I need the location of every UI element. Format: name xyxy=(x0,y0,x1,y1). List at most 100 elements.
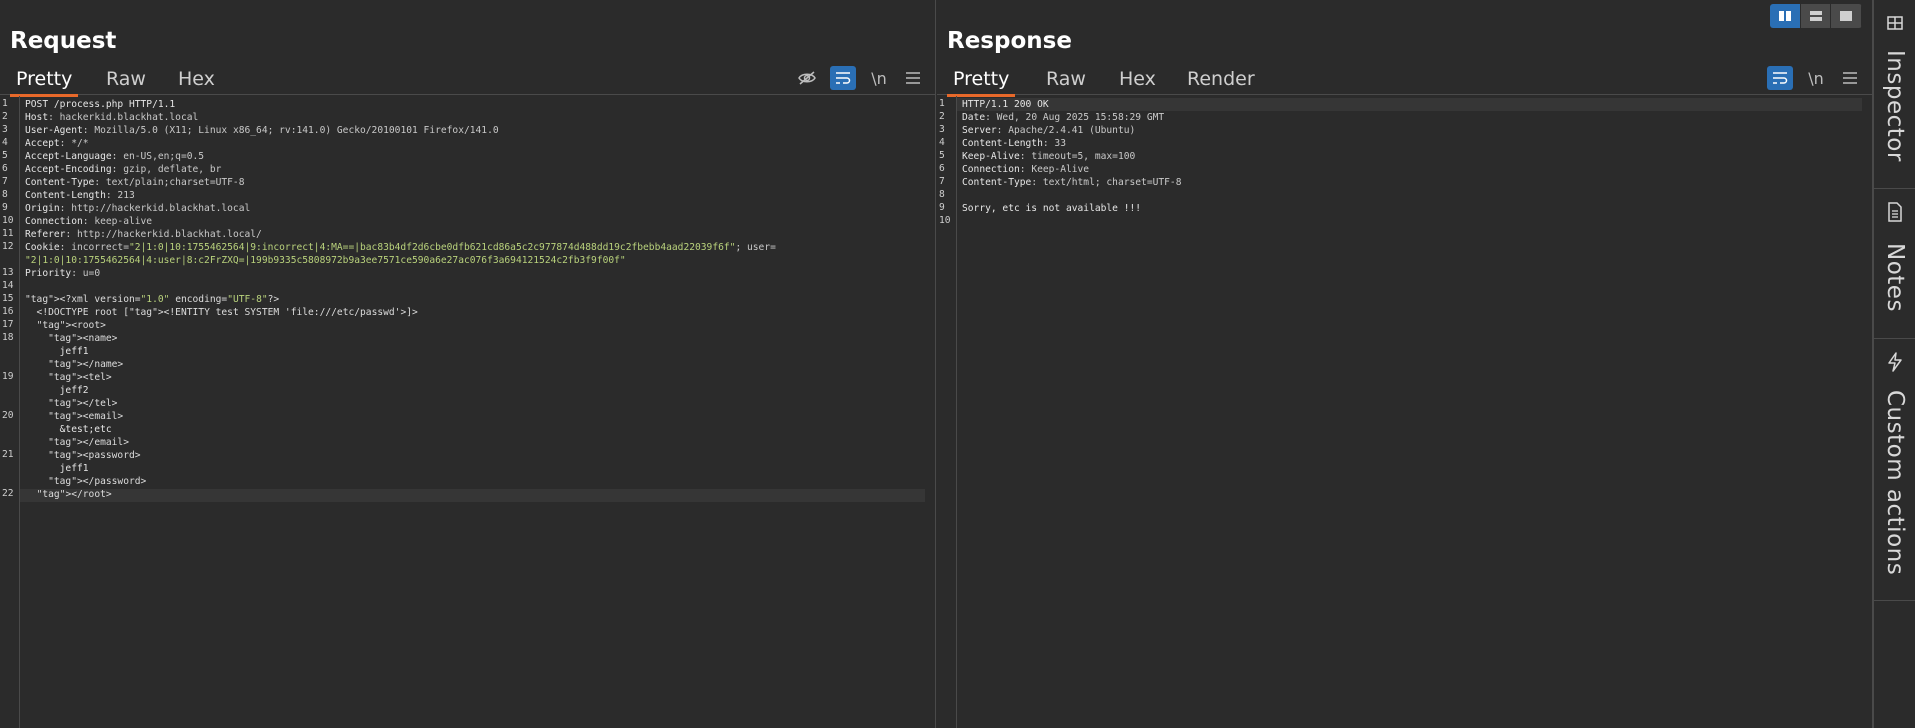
layout-toggle xyxy=(1770,4,1862,28)
code-line: Referer: http://hackerkid.blackhat.local… xyxy=(25,229,262,240)
code-line: &test;etc xyxy=(25,424,112,435)
code-line: Origin: http://hackerkid.blackhat.local xyxy=(25,203,251,214)
line-number: 11 xyxy=(2,228,14,239)
response-title: Response xyxy=(947,28,1072,54)
code-line: Connection: Keep-Alive xyxy=(962,164,1090,175)
request-tab-pretty[interactable]: Pretty xyxy=(10,68,79,97)
code-line: "tag"></tel> xyxy=(48,398,118,409)
code-line: Content-Type: text/plain;charset=UTF-8 xyxy=(25,177,245,188)
code-line: Accept: */* xyxy=(25,138,89,149)
line-number: 21 xyxy=(2,449,14,460)
code-line: Server: Apache/2.4.41 (Ubuntu) xyxy=(962,125,1136,136)
notes-icon xyxy=(1885,202,1905,222)
request-pane: Request Pretty Raw Hex \n 1 2 3 4 5 6 7 8 9 10 11 1… xyxy=(0,0,936,728)
line-number: 5 xyxy=(2,150,8,161)
line-number: 16 xyxy=(2,306,14,317)
code-line: HTTP/1.1 200 OK xyxy=(962,99,1049,110)
line-number: 9 xyxy=(939,202,945,213)
code-line: "tag"></name> xyxy=(48,359,124,370)
line-number: 10 xyxy=(2,215,14,226)
line-number: 6 xyxy=(2,163,8,174)
code-line: "tag"><tel> xyxy=(48,372,112,383)
request-editor[interactable]: 1 2 3 4 5 6 7 8 9 10 11 12 13 14 15 16 17 18 19 20 21 22 POST… xyxy=(0,96,935,728)
code-line: Sorry, etc is not available !!! xyxy=(962,203,1142,214)
code-line: "tag"><password> xyxy=(48,450,141,461)
code-line: Host: hackerkid.blackhat.local xyxy=(25,112,199,123)
sidebar-tab-custom-actions[interactable]: Custom actions xyxy=(1874,338,1915,601)
menu-icon[interactable] xyxy=(900,66,926,90)
line-number: 8 xyxy=(2,189,8,200)
code-line: "tag"><name> xyxy=(48,333,118,344)
code-line: POST /process.php HTTP/1.1 xyxy=(25,99,176,110)
code-line: "tag"><root> xyxy=(36,320,106,331)
code-line: "2|1:0|10:1755462564|4:user|8:c2FrZXQ=|1… xyxy=(25,255,626,266)
line-number: 10 xyxy=(939,215,951,226)
split-horizontal-icon[interactable] xyxy=(1770,4,1801,28)
line-number: 15 xyxy=(2,293,14,304)
line-number: 18 xyxy=(2,332,14,343)
response-pane: Response Pretty Raw Hex Render \n 1 2 3 4 5 6… xyxy=(937,0,1873,728)
code-line: "tag"></password> xyxy=(48,476,147,487)
sidebar-label: Custom actions xyxy=(1882,390,1908,576)
sidebar-tab-inspector[interactable]: Inspector xyxy=(1874,0,1915,189)
code-line: User-Agent: Mozilla/5.0 (X11; Linux x86_… xyxy=(25,125,499,136)
split-vertical-icon[interactable] xyxy=(1800,4,1832,28)
code-line: Cookie: incorrect="2|1:0|10:1755462564|9… xyxy=(25,242,776,253)
code-line: Content-Length: 33 xyxy=(962,138,1066,149)
line-number: 6 xyxy=(939,163,945,174)
code-line: Accept-Encoding: gzip, deflate, br xyxy=(25,164,222,175)
response-code[interactable]: HTTP/1.1 200 OK Date: Wed, 20 Aug 2025 15… xyxy=(962,98,1866,228)
code-line: "tag"></root> xyxy=(36,489,112,500)
line-number: 3 xyxy=(2,124,8,135)
request-tab-hex[interactable]: Hex xyxy=(172,68,221,92)
code-line: Keep-Alive: timeout=5, max=100 xyxy=(962,151,1136,162)
response-tab-render[interactable]: Render xyxy=(1181,68,1261,92)
wrap-lines-icon[interactable] xyxy=(830,66,856,90)
single-view-icon[interactable] xyxy=(1831,4,1862,28)
response-tab-hex[interactable]: Hex xyxy=(1113,68,1162,92)
code-line: jeff1 xyxy=(25,346,89,357)
right-sidebar: Inspector Notes Custom actions xyxy=(1873,0,1915,728)
line-number: 5 xyxy=(939,150,945,161)
code-line: "tag"><email> xyxy=(48,411,124,422)
code-line: Connection: keep-alive xyxy=(25,216,153,227)
hide-nonprinting-icon[interactable] xyxy=(794,66,820,90)
line-number: 14 xyxy=(2,280,14,291)
code-line: Accept-Language: en-US,en;q=0.5 xyxy=(25,151,205,162)
menu-icon[interactable] xyxy=(1837,66,1863,90)
request-tab-raw[interactable]: Raw xyxy=(100,68,152,92)
response-tabs: Pretty Raw Hex Render xyxy=(937,64,1872,97)
show-newlines-button[interactable]: \n xyxy=(866,66,892,90)
line-number: 7 xyxy=(939,176,945,187)
line-number: 1 xyxy=(939,98,945,109)
sidebar-tab-notes[interactable]: Notes xyxy=(1874,188,1915,339)
response-tab-pretty[interactable]: Pretty xyxy=(947,68,1016,97)
line-number: 17 xyxy=(2,319,14,330)
request-title: Request xyxy=(10,28,117,54)
wrap-lines-icon[interactable] xyxy=(1767,66,1793,90)
line-number: 20 xyxy=(2,410,14,421)
line-number: 2 xyxy=(939,111,945,122)
code-line: jeff2 xyxy=(25,385,89,396)
line-number: 3 xyxy=(939,124,945,135)
show-newlines-button[interactable]: \n xyxy=(1803,66,1829,90)
response-tab-raw[interactable]: Raw xyxy=(1040,68,1092,92)
custom-actions-icon xyxy=(1885,352,1905,372)
code-line: Content-Type: text/html; charset=UTF-8 xyxy=(962,177,1182,188)
line-number: 8 xyxy=(939,189,945,200)
line-number: 4 xyxy=(939,137,945,148)
response-editor[interactable]: 1 2 3 4 5 6 7 8 9 10 HTTP/1.1 200 OK Date: Wed, 20… xyxy=(937,96,1872,728)
line-number: 12 xyxy=(2,241,14,252)
code-line: "tag"><?xml version="1.0" encoding="UTF-… xyxy=(25,294,280,305)
line-number: 19 xyxy=(2,371,14,382)
code-line: <!DOCTYPE root ["tag"><!ENTITY test SYST… xyxy=(25,307,418,318)
line-number: 22 xyxy=(2,488,14,499)
line-number: 4 xyxy=(2,137,8,148)
code-line: jeff1 xyxy=(25,463,89,474)
line-number: 13 xyxy=(2,267,14,278)
request-code[interactable]: POST /process.php HTTP/1.1 Host: hackerki… xyxy=(25,98,929,501)
line-number: 2 xyxy=(2,111,8,122)
line-number: 7 xyxy=(2,176,8,187)
